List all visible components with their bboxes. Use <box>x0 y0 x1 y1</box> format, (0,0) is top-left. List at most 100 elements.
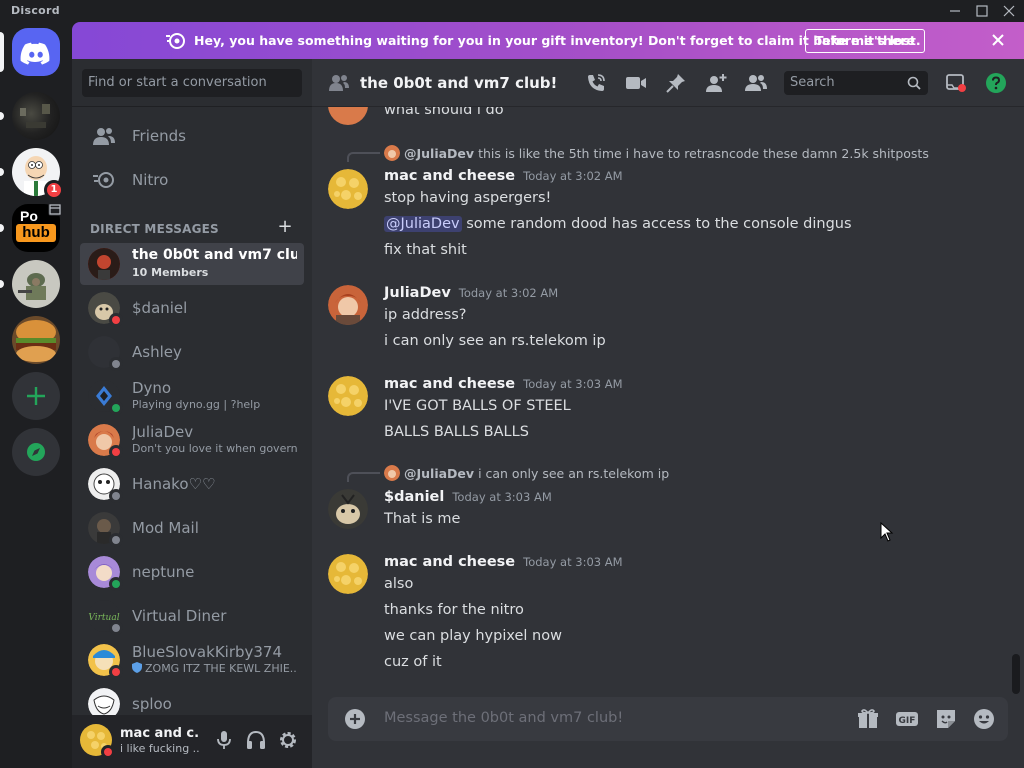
dm-item[interactable]: neptune <box>80 551 304 593</box>
dm-item[interactable]: Ashley <box>80 331 304 373</box>
message-author[interactable]: mac and cheese Today at 3:02 AM <box>384 168 623 184</box>
gift-icon[interactable] <box>856 707 880 731</box>
dm-item[interactable]: $daniel <box>80 287 304 329</box>
add-server-button[interactable] <box>12 372 60 420</box>
dm-item[interactable]: Virtual Virtual Diner <box>80 595 304 637</box>
svg-text:GIF: GIF <box>899 716 916 726</box>
gift-banner: Hey, you have something waiting for you … <box>72 22 1024 59</box>
dm-item[interactable]: Mod Mail <box>80 507 304 549</box>
message-text: thanks for the nitro <box>384 602 524 618</box>
take-me-there-button[interactable]: Take me there <box>805 29 926 53</box>
message-text: stop having aspergers! <box>384 190 552 206</box>
dm-name: BlueSlovakKirby374 <box>132 643 283 661</box>
close-window-button[interactable] <box>994 2 1024 20</box>
dm-item[interactable]: Dyno Playing dyno.gg | ?help <box>80 375 304 417</box>
avatar[interactable] <box>328 554 368 594</box>
dm-member-count: 10 Members <box>132 266 209 279</box>
call-icon[interactable] <box>584 71 608 95</box>
message-author[interactable]: mac and cheese Today at 3:03 AM <box>384 376 623 392</box>
message-text: @JuliaDev some random dood has access to… <box>384 216 852 232</box>
chat-area: the 0b0t and vm7 club! Search what shoul… <box>312 59 1024 768</box>
server-icon-military[interactable] <box>0 260 60 308</box>
server-icon-burger[interactable] <box>12 316 60 364</box>
user-mention[interactable]: @JuliaDev <box>384 216 462 232</box>
avatar[interactable] <box>328 376 368 416</box>
message-text: BALLS BALLS BALLS <box>384 424 529 440</box>
avatar[interactable] <box>80 724 115 759</box>
user-panel: mac and c... i like fucking ... <box>72 715 312 768</box>
explore-servers-button[interactable] <box>12 428 60 476</box>
reply-spine <box>347 472 380 482</box>
message-list: what should i do @JuliaDev this is like t… <box>312 107 1024 691</box>
server-rail: 1 Po hub <box>0 22 72 768</box>
add-member-icon[interactable] <box>704 71 728 95</box>
gif-icon[interactable]: GIF <box>895 707 919 731</box>
sidebar-item-friends[interactable]: Friends <box>80 115 304 157</box>
reply-preview[interactable]: @JuliaDev this is like the 5th time i hav… <box>384 145 929 161</box>
message-input[interactable]: Message the 0b0t and vm7 club! <box>384 710 623 726</box>
close-icon <box>992 34 1004 46</box>
message-timestamp: Today at 3:03 AM <box>523 555 623 569</box>
maximize-button[interactable] <box>967 2 997 20</box>
status-online-icon <box>109 401 123 415</box>
server-burger-image <box>12 316 60 364</box>
headphones-icon[interactable] <box>245 729 267 751</box>
app-name: Discord <box>11 4 60 17</box>
dm-item[interactable]: BlueSlovakKirby374 ZOMG ITZ THE KEWL ZHI… <box>80 639 304 681</box>
avatar <box>88 292 123 327</box>
dm-activity: Playing dyno.gg | ?help <box>132 398 261 411</box>
pin-icon[interactable] <box>664 71 688 95</box>
home-button[interactable] <box>0 28 60 76</box>
message-composer[interactable]: Message the 0b0t and vm7 club! GIF <box>328 697 1008 741</box>
server-icon-peter[interactable]: 1 <box>0 148 64 200</box>
server-icon-hub[interactable]: Po hub <box>0 202 62 252</box>
unread-indicator <box>0 280 4 288</box>
microphone-icon[interactable] <box>213 729 235 751</box>
message-author[interactable]: JuliaDev Today at 3:02 AM <box>384 285 558 301</box>
help-icon[interactable] <box>984 71 1008 95</box>
dm-name: Virtual Diner <box>132 607 227 625</box>
sticker-icon[interactable] <box>934 707 958 731</box>
dm-item[interactable]: Hanako♡♡ <box>80 463 304 505</box>
message-author[interactable]: $daniel Today at 3:03 AM <box>384 489 552 505</box>
dm-name: the 0b0t and vm7 club! <box>132 247 297 263</box>
find-conversation-input[interactable]: Find or start a conversation <box>82 69 302 97</box>
dm-item-group[interactable]: the 0b0t and vm7 club! 10 Members <box>80 243 304 285</box>
dm-item[interactable]: JuliaDev Don't you love it when govern..… <box>80 419 304 461</box>
gear-icon[interactable] <box>277 729 299 751</box>
selected-indicator <box>0 32 4 72</box>
message-author[interactable]: mac and cheese Today at 3:03 AM <box>384 554 623 570</box>
avatar[interactable] <box>328 169 368 209</box>
emoji-icon[interactable] <box>972 707 996 731</box>
search-input[interactable]: Search <box>784 71 928 95</box>
message-text: fix that shit <box>384 242 467 258</box>
avatar[interactable] <box>328 489 368 529</box>
video-icon[interactable] <box>624 71 648 95</box>
status-offline-icon <box>109 357 123 371</box>
dismiss-banner-button[interactable] <box>987 29 1009 51</box>
discord-logo-icon <box>12 28 60 76</box>
reply-preview[interactable]: @JuliaDev i can only see an rs.telekom ip <box>384 465 669 481</box>
status-dnd-icon <box>109 665 123 679</box>
sidebar-item-nitro[interactable]: Nitro <box>80 159 304 201</box>
compass-icon <box>27 443 45 461</box>
unread-indicator <box>0 224 4 232</box>
avatar[interactable] <box>328 285 368 325</box>
inbox-icon[interactable] <box>944 71 968 95</box>
dm-status-text: ZOMG ITZ THE KEWL ZHIE... <box>132 662 297 675</box>
scrollbar-thumb[interactable] <box>1012 654 1020 694</box>
avatar <box>88 380 123 415</box>
upload-plus-icon[interactable] <box>344 708 366 730</box>
minimize-button[interactable] <box>940 2 970 20</box>
window-titlebar: Discord <box>0 0 1024 22</box>
member-list-icon[interactable] <box>744 71 768 95</box>
dm-name: Mod Mail <box>132 519 199 537</box>
mouse-cursor-icon <box>880 522 894 542</box>
hub-text-bottom: hub <box>16 224 56 242</box>
avatar <box>88 248 120 280</box>
status-dnd-icon <box>109 313 123 327</box>
avatar <box>88 644 123 679</box>
create-dm-button[interactable]: + <box>277 218 293 236</box>
event-icon <box>48 202 62 216</box>
server-icon-dark[interactable] <box>0 92 60 140</box>
